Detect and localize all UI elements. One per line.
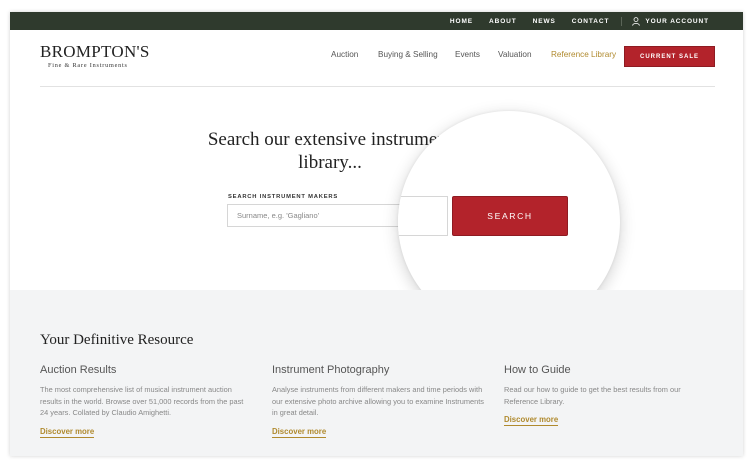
discover-more-link[interactable]: Discover more	[40, 427, 95, 438]
header-divider	[40, 86, 715, 87]
topbar-link-contact[interactable]: CONTACT	[572, 18, 610, 25]
browser-page: HOME ABOUT NEWS CONTACT YOUR ACCOUNT BRO…	[10, 12, 743, 456]
topbar-link-news[interactable]: NEWS	[533, 18, 556, 25]
discover-more-link[interactable]: Discover more	[504, 415, 559, 426]
resource-card-instrument-photography: Instrument Photography Analyse instrumen…	[272, 364, 484, 439]
search-field-label: SEARCH INSTRUMENT MAKERS	[228, 194, 339, 200]
resource-description: The most comprehensive list of musical i…	[40, 385, 244, 417]
magnified-input-edge	[398, 196, 448, 236]
resources-title: Your Definitive Resource	[40, 332, 194, 348]
nav-item-reference-library[interactable]: Reference Library	[551, 50, 616, 59]
resource-heading: Instrument Photography	[272, 364, 390, 376]
topbar-link-about[interactable]: ABOUT	[489, 18, 517, 25]
resource-heading: How to Guide	[504, 364, 571, 376]
nav-item-valuation[interactable]: Valuation	[498, 50, 532, 59]
resource-description: Analyse instruments from different maker…	[272, 385, 484, 417]
nav-item-events[interactable]: Events	[455, 50, 480, 59]
resource-description: Read our how to guide to get the best re…	[504, 385, 681, 406]
current-sale-button[interactable]: CURRENT SALE	[624, 46, 715, 67]
resource-heading: Auction Results	[40, 364, 117, 376]
resource-card-auction-results: Auction Results The most comprehensive l…	[40, 364, 252, 439]
nav-item-auction[interactable]: Auction	[331, 50, 358, 59]
top-utility-bar: HOME ABOUT NEWS CONTACT YOUR ACCOUNT	[10, 12, 743, 30]
user-icon	[632, 16, 641, 26]
topbar-link-home[interactable]: HOME	[450, 18, 473, 25]
your-account-link[interactable]: YOUR ACCOUNT	[621, 16, 709, 26]
your-account-label: YOUR ACCOUNT	[645, 17, 709, 25]
discover-more-link[interactable]: Discover more	[272, 427, 327, 438]
resource-card-how-to-guide: How to Guide Read our how to guide to ge…	[504, 364, 716, 427]
nav-item-buying-selling[interactable]: Buying & Selling	[378, 50, 438, 59]
search-button[interactable]: SEARCH	[452, 196, 568, 236]
